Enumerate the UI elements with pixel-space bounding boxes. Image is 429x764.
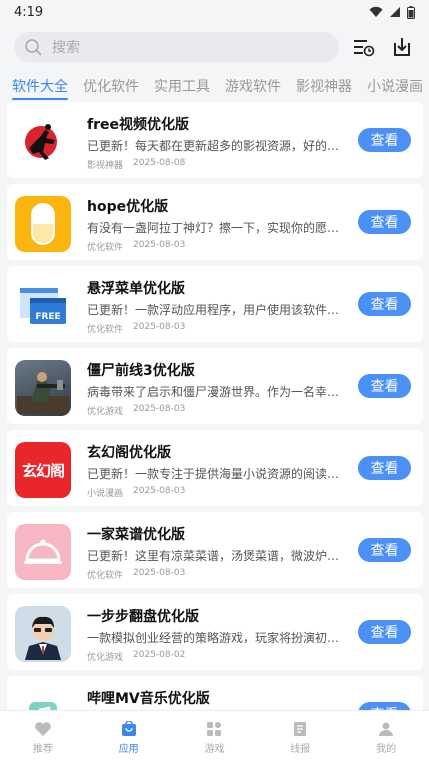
app-meta: 优化软件 2025-08-03	[87, 568, 185, 581]
view-button[interactable]: 查看	[358, 374, 411, 398]
top-bar: 搜索	[0, 30, 429, 64]
app-category: 优化软件	[87, 325, 124, 335]
nav-label: 应用	[118, 743, 139, 755]
svg-text:FREE: FREE	[35, 312, 60, 322]
tab-game-software[interactable]: 游戏软件	[221, 72, 292, 100]
list-item[interactable]: 玄幻阁 玄幻阁优化版 已更新！一款专注于提供海量小说资源的阅读软件，这里有 小说…	[7, 430, 423, 506]
status-time: 4:19	[14, 4, 44, 20]
nav-recommend[interactable]: 推荐	[0, 711, 86, 764]
person-icon	[379, 722, 394, 736]
app-date: 2025-08-02	[133, 650, 186, 660]
tab-software-all[interactable]: 软件大全	[8, 72, 79, 100]
view-button[interactable]: 查看	[358, 538, 411, 562]
search-icon	[25, 39, 42, 56]
view-button[interactable]: 查看	[358, 292, 411, 316]
search-placeholder: 搜索	[52, 40, 80, 56]
app-description: 已更新！这里有凉菜菜谱，汤煲菜谱，微波炉菜谱，素菜	[87, 549, 349, 563]
list-item[interactable]: free视频优化版 已更新！每天都在更新超多的影视资源，好的影视资源 影视神器 2…	[7, 102, 423, 178]
list-item[interactable]: 一步步翻盘优化版 一款模拟创业经营的策略游戏，玩家将扮演初创公司老板 优化游戏 2…	[7, 594, 423, 670]
bottom-nav: 推荐 应用 游戏 线报 我的	[0, 710, 429, 764]
battery-icon	[407, 5, 415, 19]
food-cloche-icon	[15, 524, 71, 580]
view-button[interactable]: 查看	[358, 620, 411, 644]
nav-label: 推荐	[32, 743, 53, 755]
app-list: free视频优化版 已更新！每天都在更新超多的影视资源，好的影视资源 影视神器 2…	[0, 102, 429, 710]
app-meta: 小说漫画 2025-08-03	[87, 486, 185, 499]
app-meta: 优化游戏 2025-08-03	[87, 404, 185, 417]
kungfu-silhouette-icon	[15, 114, 71, 170]
system-icons	[369, 5, 415, 19]
app-title: hope优化版	[87, 199, 169, 215]
status-bar: 4:19	[0, 0, 429, 24]
app-date: 2025-08-03	[133, 322, 186, 332]
app-title: 一步步翻盘优化版	[87, 609, 199, 625]
app-meta: 优化软件 2025-08-03	[87, 240, 185, 253]
list-item[interactable]: 僵尸前线3优化版 病毒带来了启示和僵尸漫游世界。作为一名幸存者，你需要 优化游戏…	[7, 348, 423, 424]
app-date: 2025-08-03	[133, 240, 186, 250]
nav-label: 线报	[290, 743, 311, 755]
list-item[interactable]: FREE 悬浮菜单优化版 已更新！一款浮动应用程序，用户使用该软件就可以随时 优…	[7, 266, 423, 342]
view-button[interactable]: 查看	[358, 210, 411, 234]
xuanhuange-logo-icon: 玄幻阁	[15, 442, 71, 498]
grid-icon	[207, 721, 222, 736]
list-item[interactable]: 哔哩MV音乐优化版 查看	[7, 676, 423, 710]
app-meta: 优化软件 2025-08-03	[87, 322, 185, 335]
app-title: 哔哩MV音乐优化版	[87, 691, 210, 707]
app-bag-icon	[121, 720, 136, 736]
capsule-icon	[15, 196, 71, 252]
nav-label: 我的	[376, 743, 397, 755]
cartoon-businessman-icon	[15, 606, 71, 662]
app-title: 悬浮菜单优化版	[87, 281, 185, 297]
nav-mine[interactable]: 我的	[343, 711, 429, 764]
wifi-icon	[369, 6, 383, 17]
app-description: 已更新！一款浮动应用程序，用户使用该软件就可以随时	[87, 303, 349, 317]
app-title: 玄幻阁优化版	[87, 445, 171, 461]
app-title: 僵尸前线3优化版	[87, 363, 195, 379]
app-description: 一款模拟创业经营的策略游戏，玩家将扮演初创公司老板	[87, 631, 349, 645]
app-meta: 优化游戏 2025-08-02	[87, 650, 185, 663]
search-bar[interactable]: 搜索	[14, 32, 339, 62]
app-description: 已更新！每天都在更新超多的影视资源，好的影视资源	[87, 139, 349, 153]
app-category: 优化游戏	[87, 653, 124, 663]
history-list-icon[interactable]	[351, 34, 377, 60]
app-description: 已更新！一款专注于提供海量小说资源的阅读软件，这里有	[87, 467, 349, 481]
app-description: 病毒带来了启示和僵尸漫游世界。作为一名幸存者，你需要	[87, 385, 349, 399]
list-item[interactable]: 一家菜谱优化版 已更新！这里有凉菜菜谱，汤煲菜谱，微波炉菜谱，素菜 优化软件 20…	[7, 512, 423, 588]
document-icon	[294, 721, 307, 736]
view-button[interactable]: 查看	[358, 128, 411, 152]
app-date: 2025-08-03	[133, 568, 186, 578]
category-tabs: 软件大全 优化软件 实用工具 游戏软件 影视神器 小说漫画	[0, 72, 429, 100]
tab-novel-comics[interactable]: 小说漫画	[363, 72, 429, 100]
nav-news[interactable]: 线报	[257, 711, 343, 764]
soldier-game-icon	[15, 360, 71, 416]
nav-apps[interactable]: 应用	[86, 711, 172, 764]
view-button[interactable]: 查看	[358, 702, 411, 710]
app-category: 小说漫画	[87, 489, 124, 499]
app-meta: 影视神器 2025-08-08	[87, 158, 185, 171]
app-category: 影视神器	[87, 161, 124, 171]
list-item[interactable]: hope优化版 有没有一盏阿拉丁神灯？擦一下，实现你的愿望：就这样 优化软件 20…	[7, 184, 423, 260]
tab-video-apps[interactable]: 影视神器	[292, 72, 363, 100]
music-app-icon	[15, 688, 71, 710]
app-category: 优化软件	[87, 571, 124, 581]
app-category: 优化软件	[87, 243, 124, 253]
app-date: 2025-08-08	[133, 158, 186, 168]
nav-games[interactable]: 游戏	[172, 711, 258, 764]
app-title: free视频优化版	[87, 117, 189, 133]
app-date: 2025-08-03	[133, 486, 186, 496]
app-description: 有没有一盏阿拉丁神灯？擦一下，实现你的愿望：就这样	[87, 221, 349, 235]
view-button[interactable]: 查看	[358, 456, 411, 480]
signal-icon	[390, 7, 400, 17]
tab-utilities[interactable]: 实用工具	[150, 72, 221, 100]
app-title: 一家菜谱优化版	[87, 527, 185, 543]
free-window-icon: FREE	[15, 278, 71, 334]
heart-icon	[35, 721, 51, 736]
nav-label: 游戏	[204, 743, 225, 755]
app-date: 2025-08-03	[133, 404, 186, 414]
app-category: 优化游戏	[87, 407, 124, 417]
download-icon[interactable]	[389, 34, 415, 60]
tab-optimized-software[interactable]: 优化软件	[79, 72, 150, 100]
